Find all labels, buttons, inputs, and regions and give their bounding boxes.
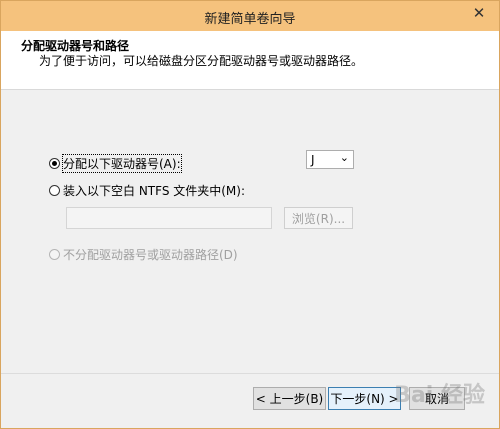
back-button[interactable]: < 上一步(B) xyxy=(253,387,326,410)
no-assign-label[interactable]: 不分配驱动器号或驱动器路径(D) xyxy=(63,246,238,263)
wizard-window: 新建简单卷向导 ✕ 分配驱动器号和路径 为了便于访问，可以给磁盘分区分配驱动器号… xyxy=(0,0,500,429)
no-assign-radio[interactable] xyxy=(49,249,60,260)
browse-button[interactable]: 浏览(R)... xyxy=(284,207,353,229)
mount-folder-radio[interactable] xyxy=(49,185,60,196)
close-button[interactable]: ✕ xyxy=(463,2,495,24)
chevron-down-icon: ⌄ xyxy=(339,151,349,164)
assign-letter-radio[interactable] xyxy=(49,158,60,169)
mount-folder-option[interactable]: 装入以下空白 NTFS 文件夹中(M): xyxy=(49,182,245,199)
no-assign-option[interactable]: 不分配驱动器号或驱动器路径(D) xyxy=(49,246,238,263)
baidu-watermark: Bai 经验 xyxy=(394,383,485,408)
drive-letter-select[interactable]: J ⌄ xyxy=(306,150,354,169)
assign-letter-label[interactable]: 分配以下驱动器号(A): xyxy=(62,154,182,173)
assign-letter-option[interactable]: 分配以下驱动器号(A): xyxy=(49,154,182,173)
mount-folder-label[interactable]: 装入以下空白 NTFS 文件夹中(M): xyxy=(63,182,245,199)
title-bar: 新建简单卷向导 ✕ xyxy=(1,1,499,31)
window-title: 新建简单卷向导 xyxy=(204,12,296,27)
folder-path-input[interactable] xyxy=(66,207,272,229)
close-icon: ✕ xyxy=(472,4,486,22)
next-button[interactable]: 下一步(N) > xyxy=(328,387,401,410)
drive-letter-value: J xyxy=(311,152,315,167)
wizard-header: 分配驱动器号和路径 为了便于访问，可以给磁盘分区分配驱动器号或驱动器路径。 xyxy=(1,31,499,90)
footer-divider xyxy=(1,373,499,374)
header-subtitle: 为了便于访问，可以给磁盘分区分配驱动器号或驱动器路径。 xyxy=(39,54,364,68)
